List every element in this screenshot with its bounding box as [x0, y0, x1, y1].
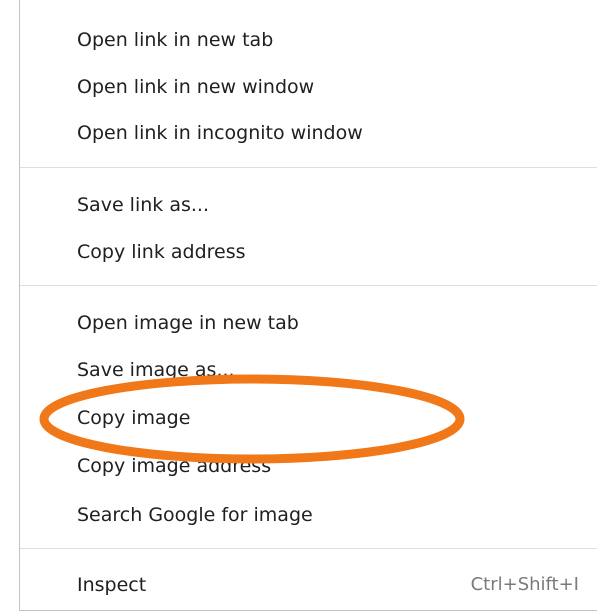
- menu-item-label: Search Google for image: [77, 504, 313, 526]
- menu-item-open-image-new-tab[interactable]: Open image in new tab: [20, 303, 597, 343]
- menu-item-label: Copy link address: [77, 241, 246, 263]
- menu-item-label: Open link in new tab: [77, 29, 274, 51]
- menu-item-open-link-new-window[interactable]: Open link in new window: [20, 67, 597, 107]
- menu-item-label: Save image as...: [77, 359, 235, 381]
- menu-item-copy-link-address[interactable]: Copy link address: [20, 232, 597, 272]
- menu-item-save-image-as[interactable]: Save image as...: [20, 350, 597, 390]
- menu-item-label: Save link as...: [77, 194, 209, 216]
- menu-item-label: Open link in new window: [77, 76, 315, 98]
- menu-item-copy-image[interactable]: Copy image: [20, 398, 597, 438]
- menu-item-copy-image-address[interactable]: Copy image address: [20, 446, 597, 486]
- menu-item-label: Copy image: [77, 407, 191, 429]
- menu-separator: [20, 548, 597, 549]
- menu-item-save-link-as[interactable]: Save link as...: [20, 185, 597, 225]
- menu-separator: [20, 285, 597, 286]
- menu-item-label: Inspect: [77, 574, 147, 596]
- menu-separator: [20, 167, 597, 168]
- menu-item-label: Open link in incognito window: [77, 122, 363, 144]
- menu-item-shortcut: Ctrl+Shift+I: [470, 574, 579, 595]
- menu-item-open-link-incognito[interactable]: Open link in incognito window: [20, 113, 597, 153]
- menu-item-label: Copy image address: [77, 455, 272, 477]
- menu-item-label: Open image in new tab: [77, 312, 299, 334]
- context-menu: Open link in new tab Open link in new wi…: [19, 0, 597, 611]
- menu-item-open-link-new-tab[interactable]: Open link in new tab: [20, 20, 597, 60]
- menu-item-inspect[interactable]: Inspect Ctrl+Shift+I: [20, 565, 597, 605]
- menu-item-search-google-image[interactable]: Search Google for image: [20, 495, 597, 535]
